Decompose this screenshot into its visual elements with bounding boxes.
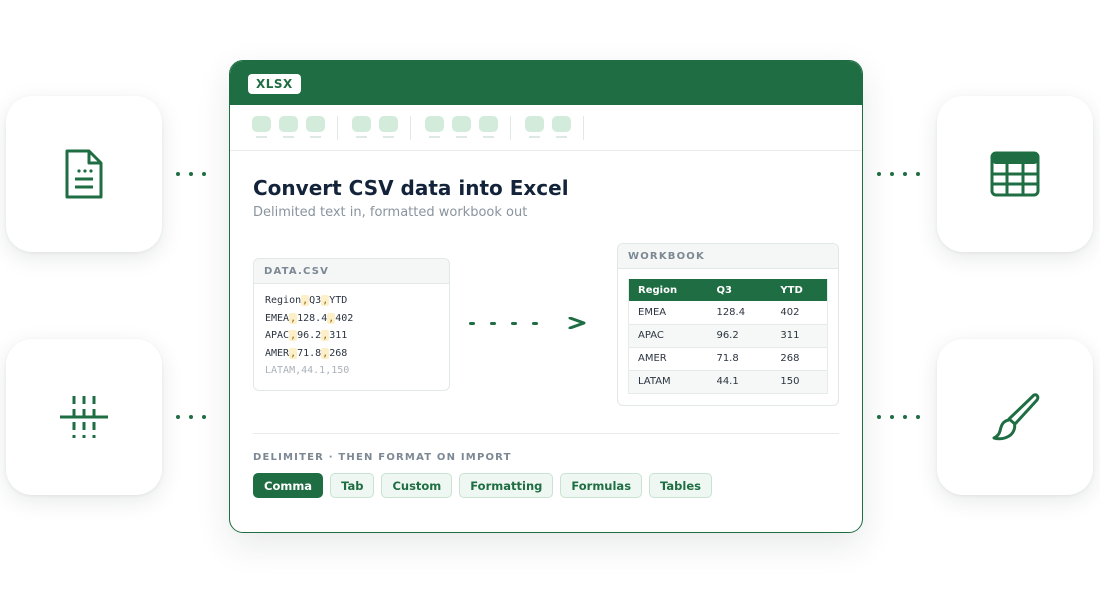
toolbar-button[interactable] (452, 115, 471, 138)
toolbar-button[interactable] (552, 115, 571, 138)
toolbar-group (425, 115, 511, 140)
table-row: APAC 96.2 311 (628, 324, 829, 348)
csv-panel: DATA.CSV Region,Q3,YTD EMEA,128.4,402 APAC… (253, 258, 450, 391)
connector-dots-left-top (176, 172, 206, 176)
connector-dots-left-bottom (176, 415, 206, 419)
toolbar-button[interactable] (352, 115, 371, 138)
toolbar (230, 105, 862, 151)
connector-dots-right-top (877, 172, 920, 176)
toolbar-group (525, 115, 584, 140)
option-chip-formulas[interactable]: Formulas (560, 473, 643, 498)
paint-brush-icon (992, 393, 1040, 441)
workbook-column-header: Region (628, 279, 708, 301)
document-tile (6, 96, 162, 252)
toolbar-button[interactable] (379, 115, 398, 138)
table-cell: 128.4 (707, 301, 772, 325)
connector-dots-right-bottom (877, 415, 920, 419)
option-chips: Comma Tab Custom Formatting Formulas Tables (253, 473, 712, 498)
toolbar-group (352, 115, 411, 140)
toolbar-button[interactable] (252, 115, 271, 138)
table-row: AMER 71.8 268 (628, 347, 829, 371)
option-chip-tables[interactable]: Tables (649, 473, 712, 498)
format-badge: XLSX (248, 74, 301, 94)
spreadsheet-grid-icon (990, 151, 1040, 197)
table-row: EMEA 128.4 402 (628, 301, 829, 325)
csv-content: Region,Q3,YTD EMEA,128.4,402 APAC,96.2,311… (254, 284, 449, 388)
csv-cell: 402 (335, 312, 354, 324)
csv-cell: Region (265, 295, 302, 306)
table-cell: 402 (771, 301, 829, 325)
option-chip-formatting[interactable]: Formatting (459, 473, 554, 498)
csv-separator: , (289, 347, 298, 359)
table-cell: APAC (628, 324, 708, 348)
csv-line: AMER,71.8,268 (265, 345, 438, 363)
csv-cell: 268 (329, 347, 348, 359)
csv-faded-line: LATAM,44.1,150 (265, 365, 350, 376)
delimiter-columns-icon (60, 396, 108, 438)
csv-cell: Q3 (309, 295, 322, 306)
csv-cell: 128.4 (297, 312, 328, 324)
csv-panel-header: DATA.CSV (254, 259, 449, 284)
csv-separator: , (301, 295, 310, 306)
table-cell: EMEA (628, 301, 708, 325)
option-chip-custom[interactable]: Custom (381, 473, 453, 498)
csv-separator: , (289, 330, 298, 341)
arrow-head-icon (568, 316, 586, 330)
toolbar-group (252, 115, 338, 140)
option-chip-comma[interactable]: Comma (253, 473, 324, 498)
csv-line: EMEA,128.4,402 (265, 310, 438, 328)
workbook-column-header: YTD (771, 279, 829, 301)
csv-line: APAC,96.2,311 (265, 327, 438, 345)
card-title: Convert CSV data into Excel (253, 176, 569, 200)
csv-line: Region,Q3,YTD (265, 292, 438, 310)
csv-cell: 71.8 (297, 347, 322, 359)
csv-separator: , (289, 312, 298, 324)
table-cell: 311 (771, 324, 829, 348)
csv-cell: 96.2 (297, 330, 322, 341)
table-cell: 268 (771, 347, 829, 371)
workbook-column-header: Q3 (707, 279, 772, 301)
formatting-tile (937, 339, 1093, 495)
csv-cell: 311 (329, 330, 348, 341)
csv-cell: YTD (329, 295, 348, 306)
toolbar-button[interactable] (479, 115, 498, 138)
workbook-panel-header: WORKBOOK (618, 244, 838, 269)
toolbar-button[interactable] (279, 115, 298, 138)
csv-cell: AMER (265, 347, 290, 359)
table-cell: 71.8 (707, 347, 772, 371)
document-icon (65, 149, 103, 199)
csv-cell: APAC (265, 330, 290, 341)
workbook-panel: WORKBOOK Region Q3 YTD EMEA 128.4 402 APAC 96.… (617, 243, 839, 406)
delimiter-tile (6, 339, 162, 495)
toolbar-button[interactable] (306, 115, 325, 138)
toolbar-button[interactable] (525, 115, 544, 138)
table-cell: AMER (628, 347, 708, 371)
option-chip-tab[interactable]: Tab (330, 473, 375, 498)
table-cell: LATAM (628, 370, 708, 394)
card-header: XLSX (230, 61, 862, 105)
card-subtitle: Delimited text in, formatted workbook ou… (253, 205, 528, 220)
section-divider (253, 433, 839, 434)
table-row: LATAM 44.1 150 (628, 370, 829, 394)
table-cell: 96.2 (707, 324, 772, 348)
conversion-arrow (469, 316, 586, 330)
table-cell: 150 (771, 370, 829, 394)
csv-cell: EMEA (265, 312, 290, 324)
converter-card: XLSX Convert CSV data into Excel Delimit… (229, 60, 863, 533)
toolbar-button[interactable] (425, 115, 444, 138)
workbook-table: Region Q3 YTD EMEA 128.4 402 APAC 96.2 311 AMER 7… (628, 279, 829, 394)
options-label: DELIMITER · THEN FORMAT ON IMPORT (253, 452, 512, 463)
table-cell: 44.1 (707, 370, 772, 394)
spreadsheet-tile (937, 96, 1093, 252)
